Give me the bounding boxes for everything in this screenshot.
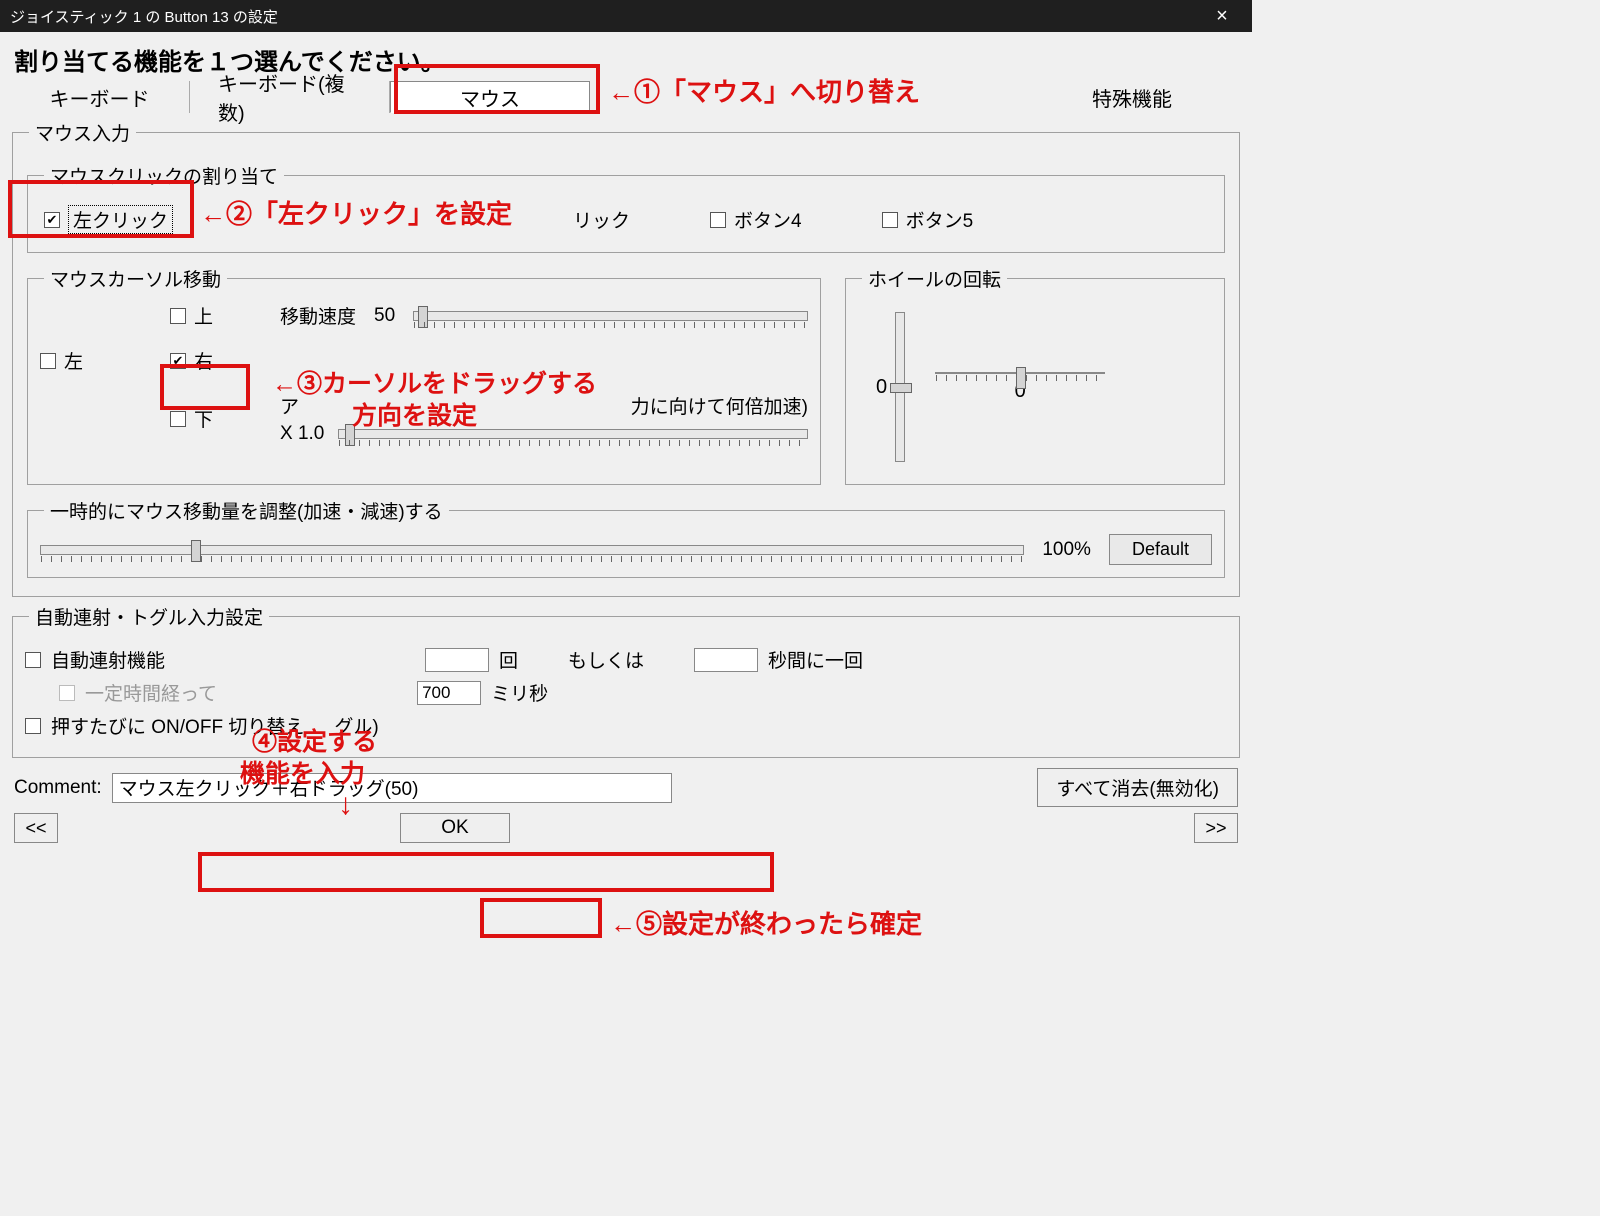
cursor-up-checkbox[interactable]	[170, 308, 186, 324]
analog-prefix: ア	[280, 392, 299, 419]
mouse-input-group: マウス入力 マウスクリックの割り当て 左クリック リック ボタン4 ボタン5	[12, 119, 1240, 597]
tab-mouse[interactable]: マウス	[390, 81, 590, 113]
after-time-ms-input[interactable]	[417, 681, 481, 705]
tab-bar: キーボード キーボード(複数) マウス 特殊機能	[10, 81, 1242, 113]
toggle-checkbox[interactable]	[25, 718, 41, 734]
toggle-suffix: グル)	[334, 712, 378, 739]
clear-all-button[interactable]: すべて消去(無効化)	[1037, 768, 1238, 807]
comment-label: Comment:	[14, 777, 102, 799]
temp-adjust-legend: 一時的にマウス移動量を調整(加速・減速)する	[44, 497, 449, 524]
temp-adjust-percent: 100%	[1042, 539, 1091, 561]
cursor-left-checkbox[interactable]	[40, 353, 56, 369]
autofire-count-unit: 回	[499, 646, 518, 673]
page-heading: 割り当てる機能を１つ選んでください。	[14, 42, 1242, 77]
autofire-or: もしくは	[568, 646, 644, 673]
anno-text-5: ←⑤設定が終わったら確定	[610, 904, 922, 941]
analog-suffix: 力に向けて何倍加速)	[631, 392, 808, 419]
wheel-group: ホイールの回転 0 0	[845, 265, 1225, 485]
autofire-count-input[interactable]	[425, 648, 489, 672]
x-mult-label: X 1.0	[280, 423, 324, 445]
cursor-up-label: 上	[194, 302, 213, 329]
autofire-persec-input[interactable]	[694, 648, 758, 672]
mouse-input-legend: マウス入力	[29, 119, 136, 146]
left-click-checkbox[interactable]	[44, 212, 60, 228]
cursor-right-label: 右	[194, 347, 213, 374]
button4-checkbox[interactable]	[710, 212, 726, 228]
speed-label: 移動速度	[280, 302, 356, 329]
anno-box-5	[480, 898, 602, 938]
anno-box-4	[198, 852, 774, 892]
wheel-v-value: 0	[876, 376, 887, 399]
right-click-label-partial: リック	[573, 206, 630, 233]
cursor-right-checkbox[interactable]	[170, 353, 186, 369]
default-button[interactable]: Default	[1109, 534, 1212, 565]
click-assign-legend: マウスクリックの割り当て	[44, 162, 284, 189]
autofire-label: 自動連射機能	[51, 646, 165, 673]
wheel-h-slider[interactable]	[935, 372, 1105, 374]
cursor-move-group: マウスカーソル移動 上 移動速度 50 左	[27, 265, 821, 485]
button5-checkbox[interactable]	[882, 212, 898, 228]
left-click-label: 左クリック	[68, 205, 173, 234]
prev-button[interactable]: <<	[14, 813, 58, 843]
autofire-persec-unit: 秒間に一回	[768, 646, 863, 673]
wheel-legend: ホイールの回転	[862, 265, 1007, 292]
comment-input[interactable]	[112, 773, 672, 803]
close-icon[interactable]: ×	[1202, 5, 1242, 28]
speed-value: 50	[374, 305, 395, 327]
after-time-checkbox[interactable]	[59, 685, 75, 701]
wheel-v-slider[interactable]	[895, 312, 905, 462]
window-title: ジョイスティック 1 の Button 13 の設定	[10, 6, 1202, 27]
auto-fire-legend: 自動連射・トグル入力設定	[29, 603, 269, 630]
cursor-down-checkbox[interactable]	[170, 411, 186, 427]
button5-label: ボタン5	[906, 206, 974, 233]
button4-label: ボタン4	[734, 206, 802, 233]
tab-special[interactable]: 特殊機能	[590, 81, 1242, 113]
analog-slider[interactable]	[338, 429, 808, 439]
cursor-move-legend: マウスカーソル移動	[44, 265, 227, 292]
tab-keyboard[interactable]: キーボード	[10, 81, 190, 113]
toggle-label: 押すたびに ON/OFF 切り替え	[51, 712, 304, 739]
autofire-checkbox[interactable]	[25, 652, 41, 668]
temp-adjust-group: 一時的にマウス移動量を調整(加速・減速)する 100% Default	[27, 497, 1225, 578]
auto-fire-group: 自動連射・トグル入力設定 自動連射機能 回 もしくは 秒間に一回 一定時間経って…	[12, 603, 1240, 758]
temp-adjust-slider[interactable]	[40, 545, 1024, 555]
titlebar: ジョイスティック 1 の Button 13 の設定 ×	[0, 0, 1252, 32]
tab-keyboard-multi[interactable]: キーボード(複数)	[190, 81, 390, 113]
speed-slider[interactable]	[413, 311, 808, 321]
after-time-ms-unit: ミリ秒	[491, 679, 548, 706]
after-time-label: 一定時間経って	[85, 679, 217, 706]
ok-button[interactable]: OK	[400, 813, 510, 843]
cursor-down-label: 下	[194, 405, 213, 432]
click-assign-group: マウスクリックの割り当て 左クリック リック ボタン4 ボタン5	[27, 162, 1225, 253]
next-button[interactable]: >>	[1194, 813, 1238, 843]
cursor-left-label: 左	[64, 347, 83, 374]
